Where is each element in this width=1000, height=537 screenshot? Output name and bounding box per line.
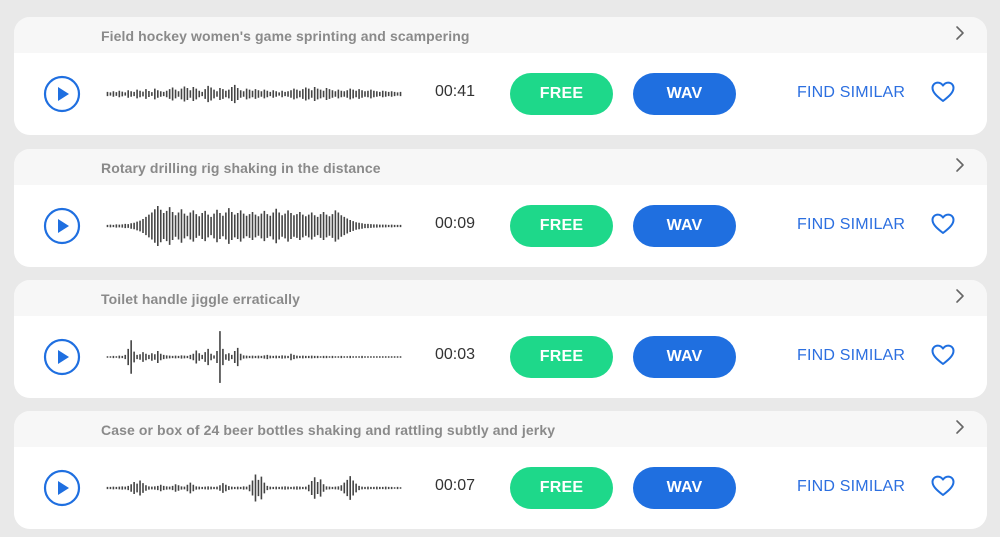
free-download-button[interactable]: FREE	[510, 336, 613, 378]
sound-card: Field hockey women's game sprinting and …	[14, 17, 987, 135]
play-button[interactable]	[43, 207, 81, 245]
chevron-right-icon[interactable]	[953, 288, 967, 304]
find-similar-link[interactable]: FIND SIMILAR	[797, 216, 905, 234]
waveform[interactable]	[106, 329, 402, 385]
card-header: Field hockey women's game sprinting and …	[14, 17, 987, 53]
wav-download-button[interactable]: WAV	[633, 467, 736, 509]
chevron-right-icon[interactable]	[953, 25, 967, 41]
find-similar-link[interactable]: FIND SIMILAR	[797, 347, 905, 365]
heart-icon[interactable]	[931, 475, 955, 497]
heart-icon[interactable]	[931, 213, 955, 235]
chevron-right-icon[interactable]	[953, 157, 967, 173]
sound-title: Field hockey women's game sprinting and …	[101, 28, 470, 44]
play-button[interactable]	[43, 338, 81, 376]
waveform[interactable]	[106, 66, 402, 122]
wav-download-button[interactable]: WAV	[633, 205, 736, 247]
card-body: 00:07 FREE WAV FIND SIMILAR	[14, 447, 987, 529]
card-header: Rotary drilling rig shaking in the dista…	[14, 149, 987, 185]
sound-title: Rotary drilling rig shaking in the dista…	[101, 160, 381, 176]
waveform[interactable]	[106, 198, 402, 254]
chevron-right-icon[interactable]	[953, 419, 967, 435]
card-header: Case or box of 24 beer bottles shaking a…	[14, 411, 987, 447]
wav-download-button[interactable]: WAV	[633, 336, 736, 378]
duration-text: 00:09	[435, 215, 476, 232]
sound-card: Toilet handle jiggle erratically 00:03 F…	[14, 280, 987, 398]
sound-list: Field hockey women's game sprinting and …	[0, 0, 1000, 537]
find-similar-link[interactable]: FIND SIMILAR	[797, 84, 905, 102]
heart-icon[interactable]	[931, 81, 955, 103]
heart-icon[interactable]	[931, 344, 955, 366]
sound-card: Case or box of 24 beer bottles shaking a…	[14, 411, 987, 529]
sound-card: Rotary drilling rig shaking in the dista…	[14, 149, 987, 267]
wav-download-button[interactable]: WAV	[633, 73, 736, 115]
card-body: 00:03 FREE WAV FIND SIMILAR	[14, 316, 987, 398]
waveform[interactable]	[106, 460, 402, 516]
duration-text: 00:41	[435, 83, 476, 100]
play-button[interactable]	[43, 469, 81, 507]
duration-text: 00:03	[435, 346, 476, 363]
play-button[interactable]	[43, 75, 81, 113]
card-body: 00:09 FREE WAV FIND SIMILAR	[14, 185, 987, 267]
free-download-button[interactable]: FREE	[510, 205, 613, 247]
free-download-button[interactable]: FREE	[510, 73, 613, 115]
free-download-button[interactable]: FREE	[510, 467, 613, 509]
card-header: Toilet handle jiggle erratically	[14, 280, 987, 316]
find-similar-link[interactable]: FIND SIMILAR	[797, 478, 905, 496]
sound-title: Toilet handle jiggle erratically	[101, 291, 300, 307]
duration-text: 00:07	[435, 477, 476, 494]
sound-title: Case or box of 24 beer bottles shaking a…	[101, 422, 556, 438]
card-body: 00:41 FREE WAV FIND SIMILAR	[14, 53, 987, 135]
